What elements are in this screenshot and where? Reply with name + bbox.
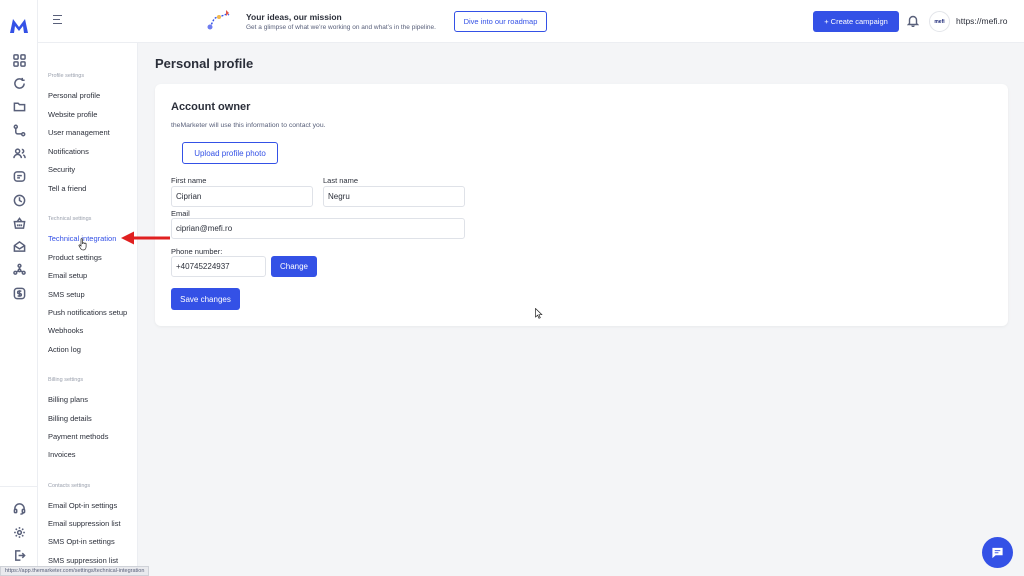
top-bar: Your ideas, our mission Get a glimpse of…	[38, 0, 1024, 43]
section-profile-settings: Profile settings	[48, 73, 85, 79]
sidebar-item-user-management[interactable]: User management	[48, 128, 110, 137]
sidebar-item-action-log[interactable]: Action log	[48, 345, 81, 354]
card-title: Account owner	[171, 101, 251, 113]
sidebar-item-sms-setup[interactable]: SMS setup	[48, 290, 85, 299]
first-name-field[interactable]	[171, 186, 313, 207]
sidebar-item-sms-suppression-list[interactable]: SMS suppression list	[48, 556, 118, 565]
sidebar-item-invoices[interactable]: Invoices	[48, 450, 76, 459]
icon-rail	[0, 0, 38, 576]
promo-title: Your ideas, our mission	[246, 12, 342, 22]
sidebar-item-email-opt-in-settings[interactable]: Email Opt-in settings	[48, 501, 117, 510]
phone-field[interactable]	[171, 256, 266, 277]
support-chat-button[interactable]	[982, 537, 1013, 568]
basket-icon[interactable]	[11, 215, 27, 231]
sidebar-item-email-setup[interactable]: Email setup	[48, 271, 87, 280]
hand-cursor-icon	[78, 238, 87, 251]
sidebar-item-product-settings[interactable]: Product settings	[48, 253, 102, 262]
dollar-icon[interactable]	[11, 285, 27, 301]
promo-subtitle: Get a glimpse of what we’re working on a…	[246, 24, 436, 31]
sidebar-item-webhooks[interactable]: Webhooks	[48, 326, 83, 335]
save-changes-button[interactable]: Save changes	[171, 288, 240, 310]
upload-profile-photo-button[interactable]: Upload profile photo	[182, 142, 278, 164]
sidebar-item-website-profile[interactable]: Website profile	[48, 110, 97, 119]
app-logo-icon[interactable]	[9, 17, 29, 35]
sidebar-item-billing-details[interactable]: Billing details	[48, 414, 92, 423]
settings-sidebar: Profile settings Personal profile Websit…	[38, 43, 138, 576]
sidebar-item-email-suppression-list[interactable]: Email suppression list	[48, 519, 121, 528]
phone-label: Phone number:	[171, 247, 223, 256]
site-url[interactable]: https://mefi.ro	[956, 16, 1008, 26]
account-avatar[interactable]: mefi	[929, 11, 950, 32]
users-icon[interactable]	[11, 145, 27, 161]
sidebar-item-security[interactable]: Security	[48, 165, 75, 174]
sidebar-item-push-notifications-setup[interactable]: Push notifications setup	[48, 308, 127, 317]
section-contacts-settings: Contacts settings	[48, 483, 91, 489]
roadmap-button[interactable]: Dive into our roadmap	[454, 11, 547, 32]
refresh-icon[interactable]	[11, 75, 27, 91]
status-bar-url: https://app.themarketer.com/settings/tec…	[0, 566, 150, 576]
sidebar-item-notifications[interactable]: Notifications	[48, 147, 89, 156]
sidebar-item-tell-a-friend[interactable]: Tell a friend	[48, 184, 86, 193]
chat-bubble-icon	[992, 547, 1003, 559]
sidebar-item-billing-plans[interactable]: Billing plans	[48, 395, 88, 404]
roadmap-illustration-icon	[207, 10, 230, 30]
arrow-cursor-icon	[535, 308, 543, 319]
first-name-label: First name	[171, 176, 207, 185]
change-phone-button[interactable]: Change	[271, 256, 317, 277]
logout-icon[interactable]	[11, 547, 27, 563]
create-campaign-button[interactable]: + Create campaign	[813, 11, 899, 32]
grid-icon[interactable]	[11, 52, 27, 68]
sidebar-item-payment-methods[interactable]: Payment methods	[48, 432, 108, 441]
chat-icon[interactable]	[11, 168, 27, 184]
headset-icon[interactable]	[11, 500, 27, 516]
account-owner-card: Account owner theMarketer will use this …	[155, 84, 1008, 326]
rail-divider	[0, 486, 38, 487]
sidebar-item-personal-profile[interactable]: Personal profile	[48, 91, 100, 100]
page-title: Personal profile	[155, 56, 254, 71]
sidebar-item-sms-opt-in-settings[interactable]: SMS Opt-in settings	[48, 537, 115, 546]
flow-icon[interactable]	[11, 122, 27, 138]
network-icon[interactable]	[11, 261, 27, 277]
gear-icon[interactable]	[11, 524, 27, 540]
section-technical-settings: Technical settings	[48, 216, 92, 222]
last-name-field[interactable]	[323, 186, 465, 207]
email-label: Email	[171, 209, 190, 218]
email-field[interactable]	[171, 218, 465, 239]
clock-icon[interactable]	[11, 192, 27, 208]
menu-toggle-icon[interactable]	[53, 15, 63, 25]
last-name-label: Last name	[323, 176, 359, 185]
annotation-arrow-icon	[121, 231, 170, 245]
mail-icon[interactable]	[11, 238, 27, 254]
folder-icon[interactable]	[11, 98, 27, 114]
section-billing-settings: Billing settings	[48, 377, 84, 383]
bell-icon[interactable]	[906, 14, 920, 28]
card-subtitle: theMarketer will use this information to…	[171, 122, 326, 129]
